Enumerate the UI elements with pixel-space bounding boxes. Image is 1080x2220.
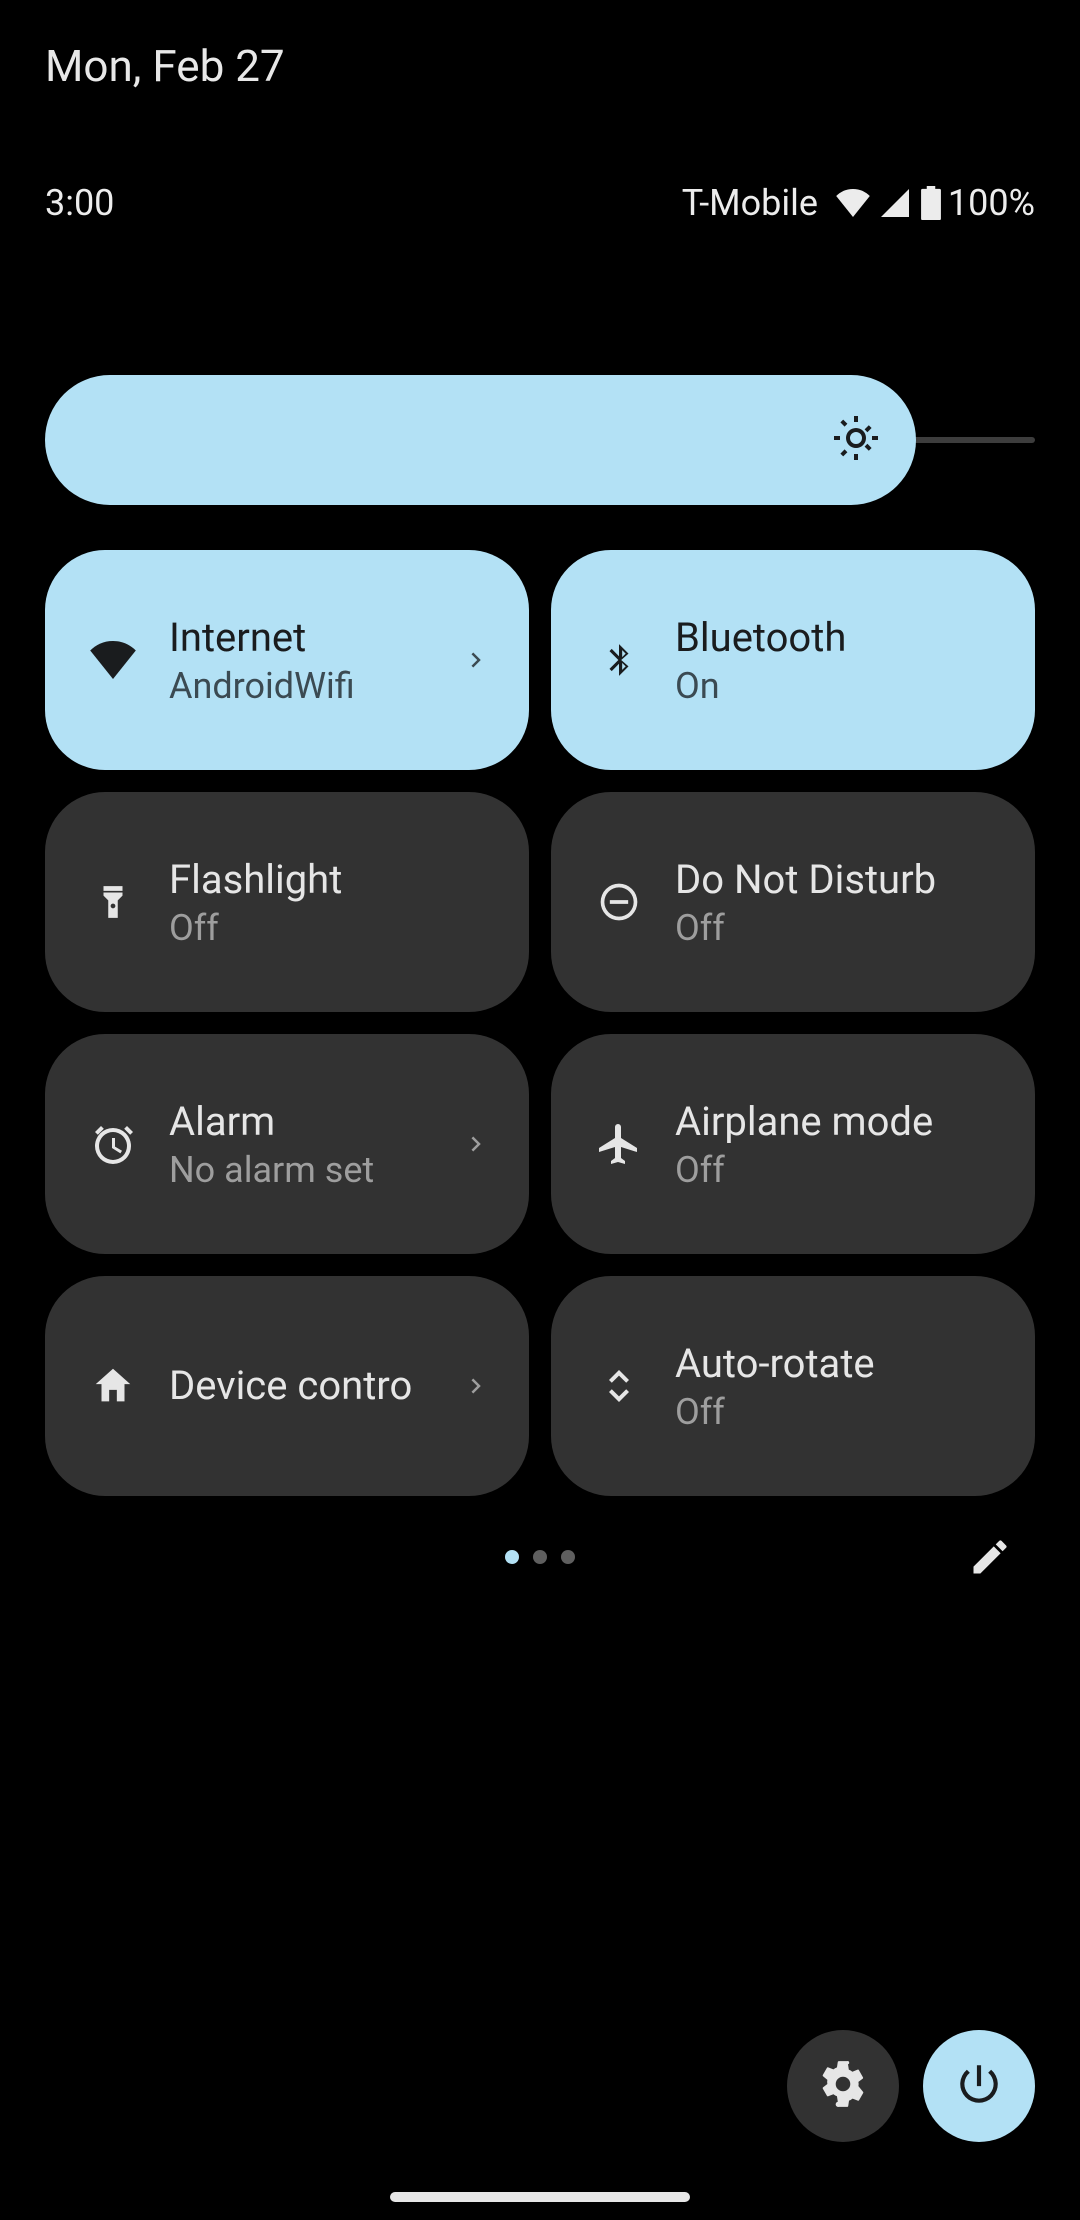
tile-labels: AlarmNo alarm set [169, 1098, 455, 1191]
rotate-icon [585, 1352, 653, 1420]
wifi-icon [79, 626, 147, 694]
page-dot[interactable] [561, 1550, 575, 1564]
tile-title: Flashlight [169, 856, 499, 903]
battery-percent: 100% [948, 182, 1035, 224]
tile-labels: Airplane modeOff [675, 1098, 1005, 1191]
tile-labels: FlashlightOff [169, 856, 499, 949]
chevron-right-icon [455, 1364, 499, 1408]
chevron-right-icon [455, 1122, 499, 1166]
tile-title: Bluetooth [675, 614, 1005, 661]
quick-settings-tiles: InternetAndroidWifi BluetoothOn Flashlight… [45, 550, 1035, 1496]
tile-labels: Auto-rotateOff [675, 1340, 1005, 1433]
tile-rotate[interactable]: Auto-rotateOff [551, 1276, 1035, 1496]
tile-wifi[interactable]: InternetAndroidWifi [45, 550, 529, 770]
bluetooth-icon [585, 626, 653, 694]
tile-title: Alarm [169, 1098, 455, 1145]
home-handle[interactable] [390, 2192, 690, 2202]
home-icon [79, 1352, 147, 1420]
tile-subtitle: On [675, 665, 1005, 707]
edit-tiles-button[interactable] [960, 1527, 1020, 1587]
brightness-track [45, 437, 1035, 443]
page-indicator [0, 1550, 1080, 1564]
brightness-slider[interactable] [45, 375, 1035, 505]
tile-subtitle: Off [675, 907, 1005, 949]
dnd-icon [585, 868, 653, 936]
tile-home[interactable]: Device contro [45, 1276, 529, 1496]
tile-subtitle: No alarm set [169, 1149, 455, 1191]
cell-signal-icon [880, 189, 910, 217]
settings-button[interactable] [787, 2030, 899, 2142]
status-bar: 3:00 T-Mobile 100% [0, 178, 1080, 228]
tile-subtitle: Off [675, 1149, 1005, 1191]
power-icon [954, 2059, 1004, 2113]
brightness-icon [832, 414, 880, 466]
airplane-icon [585, 1110, 653, 1178]
tile-alarm[interactable]: AlarmNo alarm set [45, 1034, 529, 1254]
status-time: 3:00 [45, 182, 114, 224]
battery-icon: 100% [920, 182, 1035, 224]
tile-labels: InternetAndroidWifi [169, 614, 455, 707]
tile-title: Do Not Disturb [675, 856, 1005, 903]
tile-labels: Do Not DisturbOff [675, 856, 1005, 949]
tile-subtitle: AndroidWifi [169, 665, 455, 707]
tile-subtitle: Off [675, 1391, 1005, 1433]
tile-labels: Device contro [169, 1352, 455, 1420]
tile-title: Device contro [169, 1352, 455, 1420]
tile-subtitle: Off [169, 907, 499, 949]
page-dot[interactable] [533, 1550, 547, 1564]
wifi-icon [836, 189, 870, 217]
gear-icon [818, 2059, 868, 2113]
tile-airplane[interactable]: Airplane modeOff [551, 1034, 1035, 1254]
tile-flashlight[interactable]: FlashlightOff [45, 792, 529, 1012]
flashlight-icon [79, 868, 147, 936]
tile-title: Internet [169, 614, 455, 661]
brightness-fill [45, 375, 916, 505]
chevron-right-icon [455, 638, 499, 682]
tile-labels: BluetoothOn [675, 614, 1005, 707]
status-carrier: T-Mobile [682, 182, 818, 224]
tile-bluetooth[interactable]: BluetoothOn [551, 550, 1035, 770]
footer-buttons [787, 2030, 1035, 2142]
tile-title: Airplane mode [675, 1098, 1005, 1145]
page-dot[interactable] [505, 1550, 519, 1564]
alarm-icon [79, 1110, 147, 1178]
power-button[interactable] [923, 2030, 1035, 2142]
date-label: Mon, Feb 27 [45, 40, 285, 92]
tile-dnd[interactable]: Do Not DisturbOff [551, 792, 1035, 1012]
tile-title: Auto-rotate [675, 1340, 1005, 1387]
